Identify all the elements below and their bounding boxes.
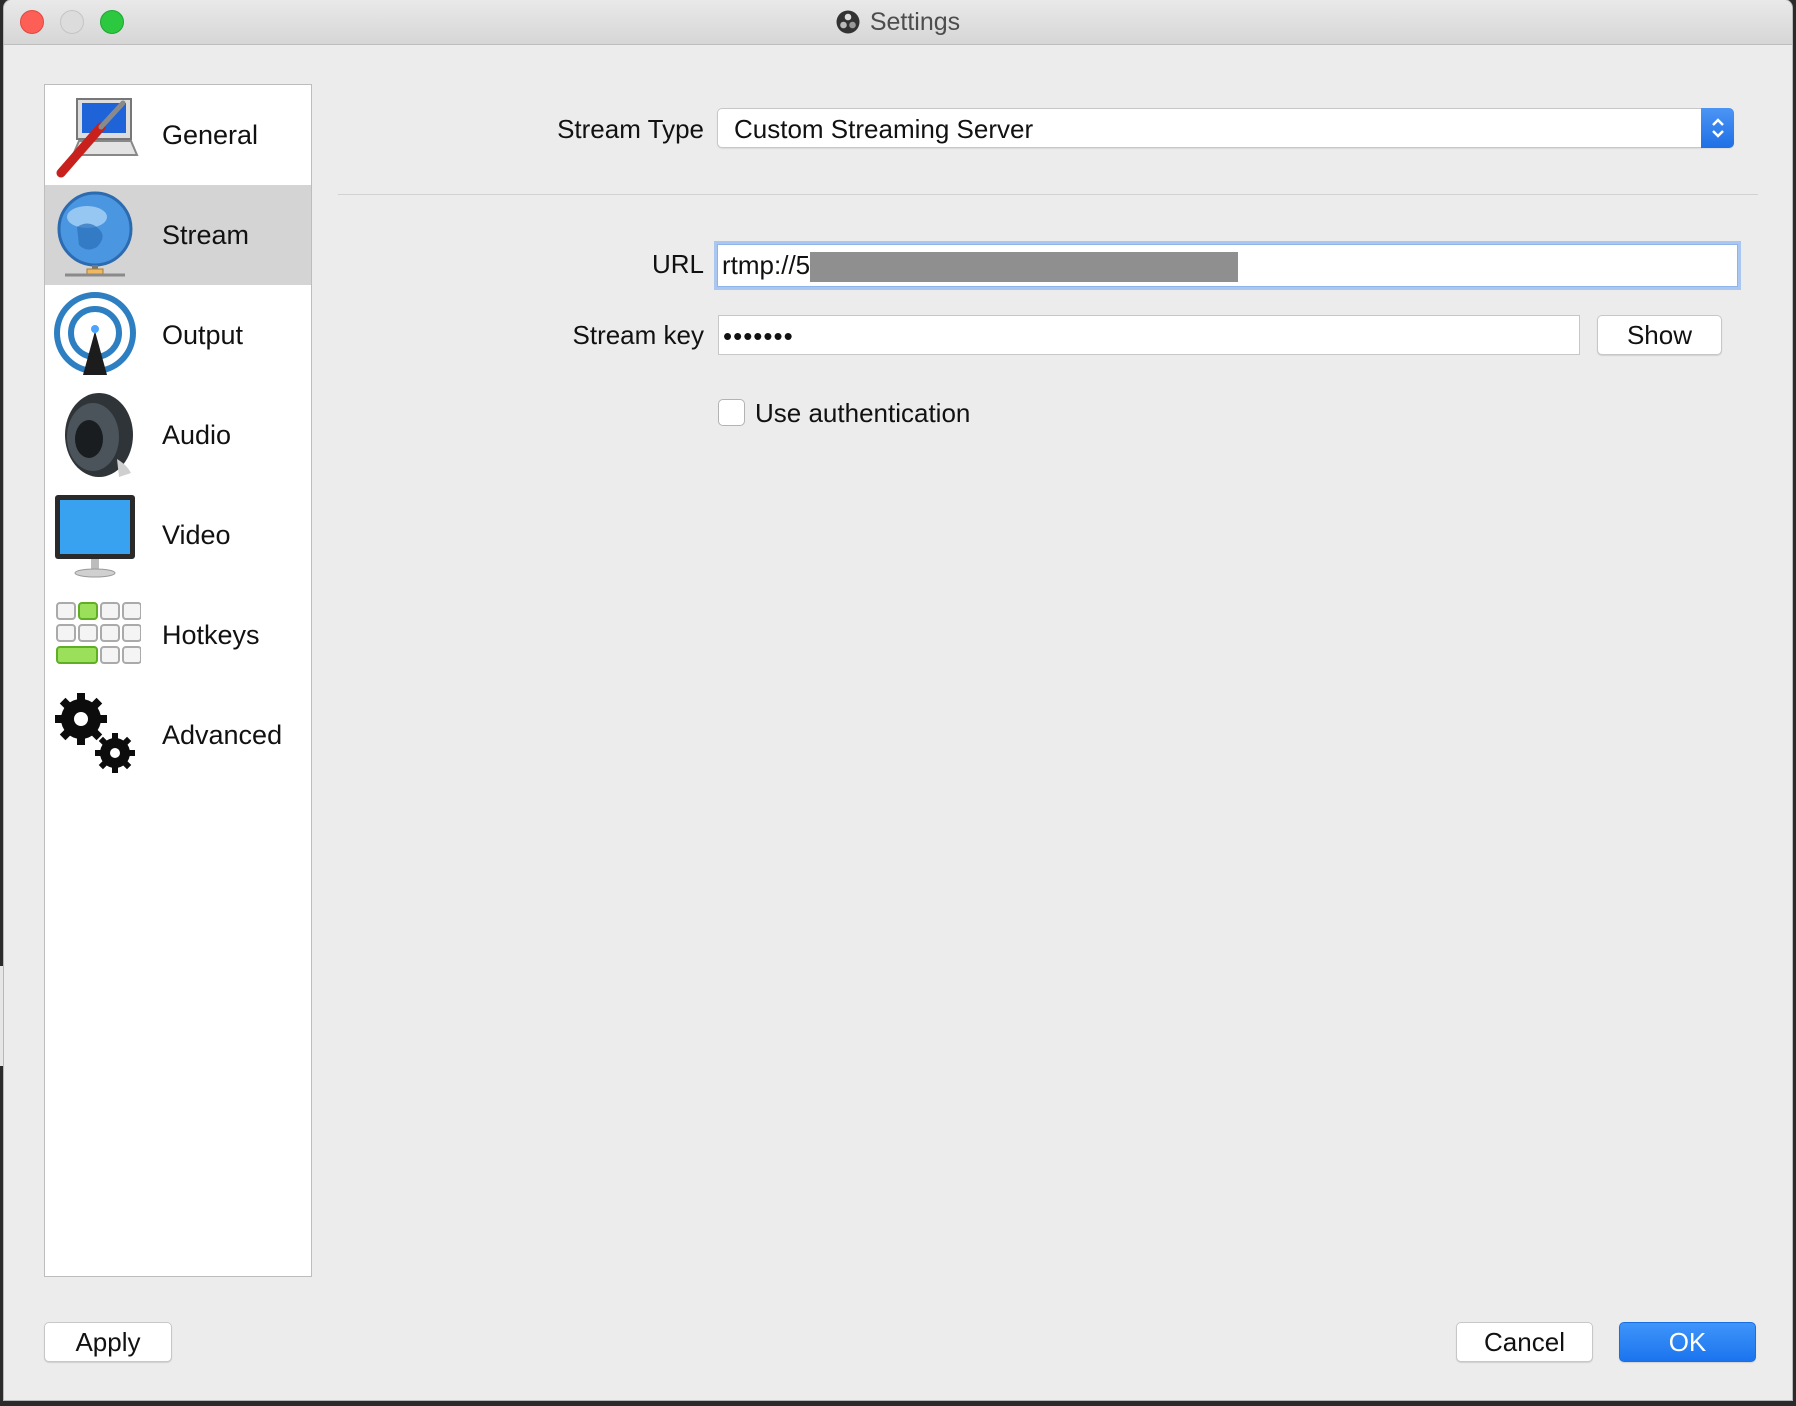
gears-icon [55, 693, 135, 773]
title-bar: Settings [4, 0, 1792, 45]
speaker-icon [65, 393, 133, 477]
stream-type-select[interactable]: Custom Streaming Server [717, 108, 1734, 148]
settings-sidebar: General Stream Output Audio Video Hotkey… [44, 84, 312, 1277]
sidebar-item-label: Video [162, 519, 231, 550]
sidebar-item-video[interactable]: Video [45, 485, 311, 585]
sidebar-item-label: General [162, 119, 259, 150]
show-key-button[interactable]: Show [1597, 315, 1722, 355]
obs-logo-icon [836, 10, 860, 34]
sidebar-item-general[interactable]: General [45, 85, 311, 185]
stream-settings-panel: Stream Type Custom Streaming Server URL … [334, 84, 1758, 1277]
sidebar-item-label: Advanced [162, 719, 283, 750]
use-authentication-checkbox[interactable] [718, 399, 745, 426]
section-divider [338, 194, 1758, 195]
sidebar-item-advanced[interactable]: Advanced [45, 685, 311, 785]
globe-icon [57, 191, 133, 277]
sidebar-item-hotkeys[interactable]: Hotkeys [45, 585, 311, 685]
chevron-updown-icon [1701, 108, 1734, 148]
use-authentication-label[interactable]: Use authentication [755, 398, 970, 429]
settings-window: Settings General Stream Output Audio Vid… [4, 0, 1792, 1400]
url-input[interactable]: rtmp://5 [717, 244, 1738, 287]
cancel-button[interactable]: Cancel [1456, 1322, 1593, 1362]
sidebar-item-stream[interactable]: Stream [45, 185, 311, 285]
stream-key-label: Stream key [572, 320, 705, 350]
sidebar-item-audio[interactable]: Audio [45, 385, 311, 485]
general-icon [56, 98, 139, 178]
stream-key-input[interactable]: ••••••• [718, 315, 1580, 355]
keyboard-icon [56, 602, 141, 664]
antenna-icon [54, 292, 136, 375]
apply-button[interactable]: Apply [44, 1322, 172, 1362]
sidebar-item-label: Audio [162, 419, 232, 450]
window-title: Settings [869, 7, 961, 36]
stream-type-value: Custom Streaming Server [734, 114, 1034, 144]
stream-type-label: Stream Type [557, 114, 704, 144]
sidebar-item-label: Stream [162, 219, 250, 250]
redacted-url-block [810, 252, 1238, 282]
monitor-icon [55, 495, 135, 578]
sidebar-item-output[interactable]: Output [45, 285, 311, 385]
sidebar-item-label: Output [162, 319, 244, 350]
sidebar-item-label: Hotkeys [162, 619, 260, 650]
stream-key-value: ••••••• [723, 321, 794, 351]
url-value: rtmp://5 [722, 250, 811, 280]
window-title-group: Settings [4, 0, 1792, 44]
ok-button[interactable]: OK [1619, 1322, 1756, 1362]
url-label: URL [651, 249, 704, 279]
